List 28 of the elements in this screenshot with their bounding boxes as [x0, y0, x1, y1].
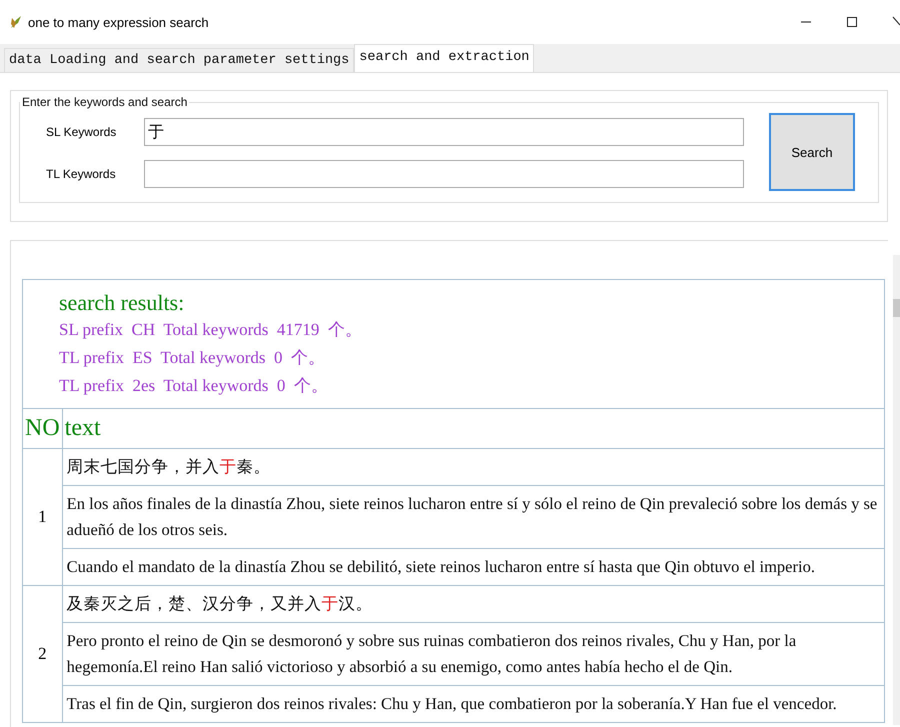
tab[interactable]: data Loading and search parameter settings [4, 48, 354, 72]
input-field[interactable] [144, 160, 744, 188]
tab[interactable]: search and extraction [354, 44, 534, 72]
table-cell: En los años finales de la dinastía Zhou, siete reinos lucharon entre sí y sólo el reino de Qin prevaleció sobre los demás y se adueñó de los otros seis. [62, 486, 884, 548]
column-header: text [62, 408, 884, 448]
table-cell: Cuando el mandato de la dinastía Zhou se debilitó, siete reinos lucharon entre sí hasta que Qin obtuvo el imperio. [62, 548, 884, 586]
field-label: SL Keywords [46, 125, 118, 139]
summary-line: SL prefix CH Total keywords 41719 个。 [59, 319, 363, 341]
window-title: one to many expression search [28, 14, 209, 30]
group-title: Enter the keywords and search [21, 95, 188, 109]
input-field[interactable]: 于 [144, 118, 744, 146]
table-cell: Tras el fin de Qin, surgieron dos reinos rivales: Chu y Han, que combatieron por la soberanía.Y Han fue el vencedor. [62, 686, 884, 722]
table-cell: 2 [22, 586, 62, 722]
search-button[interactable]: Search [769, 113, 855, 191]
column-header: NO [22, 408, 62, 448]
close-icon[interactable] [892, 16, 900, 28]
table-cell: Pero pronto el reino de Qin se desmoronó y sobre sus ruinas combatieron dos reinos rivales, Chu y Han, por la hegemonía.El reino Han salió victorioso y absorbió a su enemigo, como antes había hecho el de Qin. [62, 622, 884, 686]
table-cell: 周末七国分争，并入于秦。 [62, 448, 884, 486]
leaf-icon [8, 14, 24, 30]
summary-line: TL prefix ES Total keywords 0 个。 [59, 347, 326, 369]
summary-line: TL prefix 2es Total keywords 0 个。 [59, 375, 329, 397]
scrollbar[interactable] [893, 255, 900, 725]
results-heading: search results: [59, 290, 186, 316]
table-cell: 及秦灭之后，楚、汉分争，又并入于汉。 [62, 586, 884, 622]
scrollbar-thumb[interactable] [893, 299, 900, 317]
maximize-icon[interactable] [846, 16, 858, 28]
table-cell: 1 [22, 448, 62, 586]
field-label: TL Keywords [46, 167, 117, 181]
